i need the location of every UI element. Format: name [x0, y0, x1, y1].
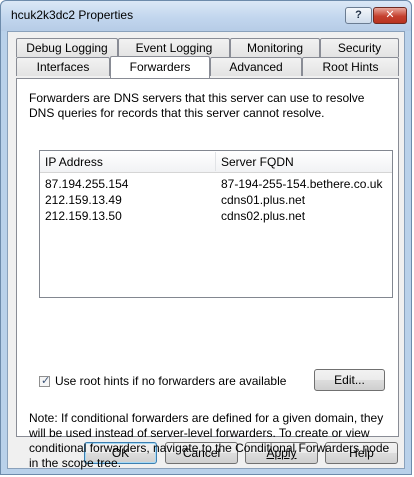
forwarders-list[interactable]: IP Address Server FQDN 87.194.255.154 87…: [39, 150, 393, 298]
tab-monitoring[interactable]: Monitoring: [230, 38, 320, 57]
forwarders-description: Forwarders are DNS servers that this ser…: [29, 91, 365, 120]
table-row[interactable]: 212.159.13.49 cdns01.plus.net: [40, 192, 392, 208]
properties-window: hcuk2k3dc2 Properties ? ✕ Debug Logging …: [0, 0, 412, 475]
help-icon[interactable]: ?: [345, 7, 372, 24]
tab-advanced[interactable]: Advanced: [210, 57, 302, 76]
column-header-server-fqdn[interactable]: Server FQDN: [221, 155, 294, 169]
column-header-ip-address[interactable]: IP Address: [45, 155, 103, 169]
column-separator[interactable]: [215, 152, 216, 171]
row-ip: 87.194.255.154: [45, 177, 129, 191]
row-fqdn: cdns02.plus.net: [221, 209, 306, 223]
tab-root-hints[interactable]: Root Hints: [302, 57, 399, 76]
row-ip: 212.159.13.49: [45, 193, 122, 207]
tab-security[interactable]: Security: [320, 38, 399, 57]
tab-event-logging[interactable]: Event Logging: [118, 38, 230, 57]
window-title: hcuk2k3dc2 Properties: [11, 8, 134, 22]
edit-button[interactable]: Edit...: [314, 369, 385, 391]
list-header: IP Address Server FQDN: [40, 151, 392, 173]
row-ip: 212.159.13.50: [45, 209, 122, 223]
close-icon[interactable]: ✕: [373, 7, 407, 24]
row-fqdn: cdns01.plus.net: [221, 193, 306, 207]
tab-interfaces[interactable]: Interfaces: [16, 57, 110, 76]
table-row[interactable]: 87.194.255.154 87-194-255-154.bethere.co…: [40, 176, 392, 192]
conditional-forwarders-note: Note: If conditional forwarders are defi…: [29, 411, 390, 470]
dialog-client-area: Debug Logging Event Logging Monitoring S…: [7, 31, 405, 470]
forwarders-panel: Forwarders are DNS servers that this ser…: [16, 78, 399, 470]
tab-forwarders[interactable]: Forwarders: [110, 56, 210, 78]
row-fqdn: 87-194-255-154.bethere.co.uk: [221, 177, 383, 191]
use-root-hints-label[interactable]: Use root hints if no forwarders are avai…: [55, 374, 286, 388]
tab-debug-logging[interactable]: Debug Logging: [16, 38, 118, 57]
title-bar[interactable]: hcuk2k3dc2 Properties ? ✕: [1, 1, 411, 31]
table-row[interactable]: 212.159.13.50 cdns02.plus.net: [40, 208, 392, 224]
use-root-hints-checkbox[interactable]: ✓: [39, 375, 51, 387]
checkmark-icon: ✓: [41, 375, 51, 387]
